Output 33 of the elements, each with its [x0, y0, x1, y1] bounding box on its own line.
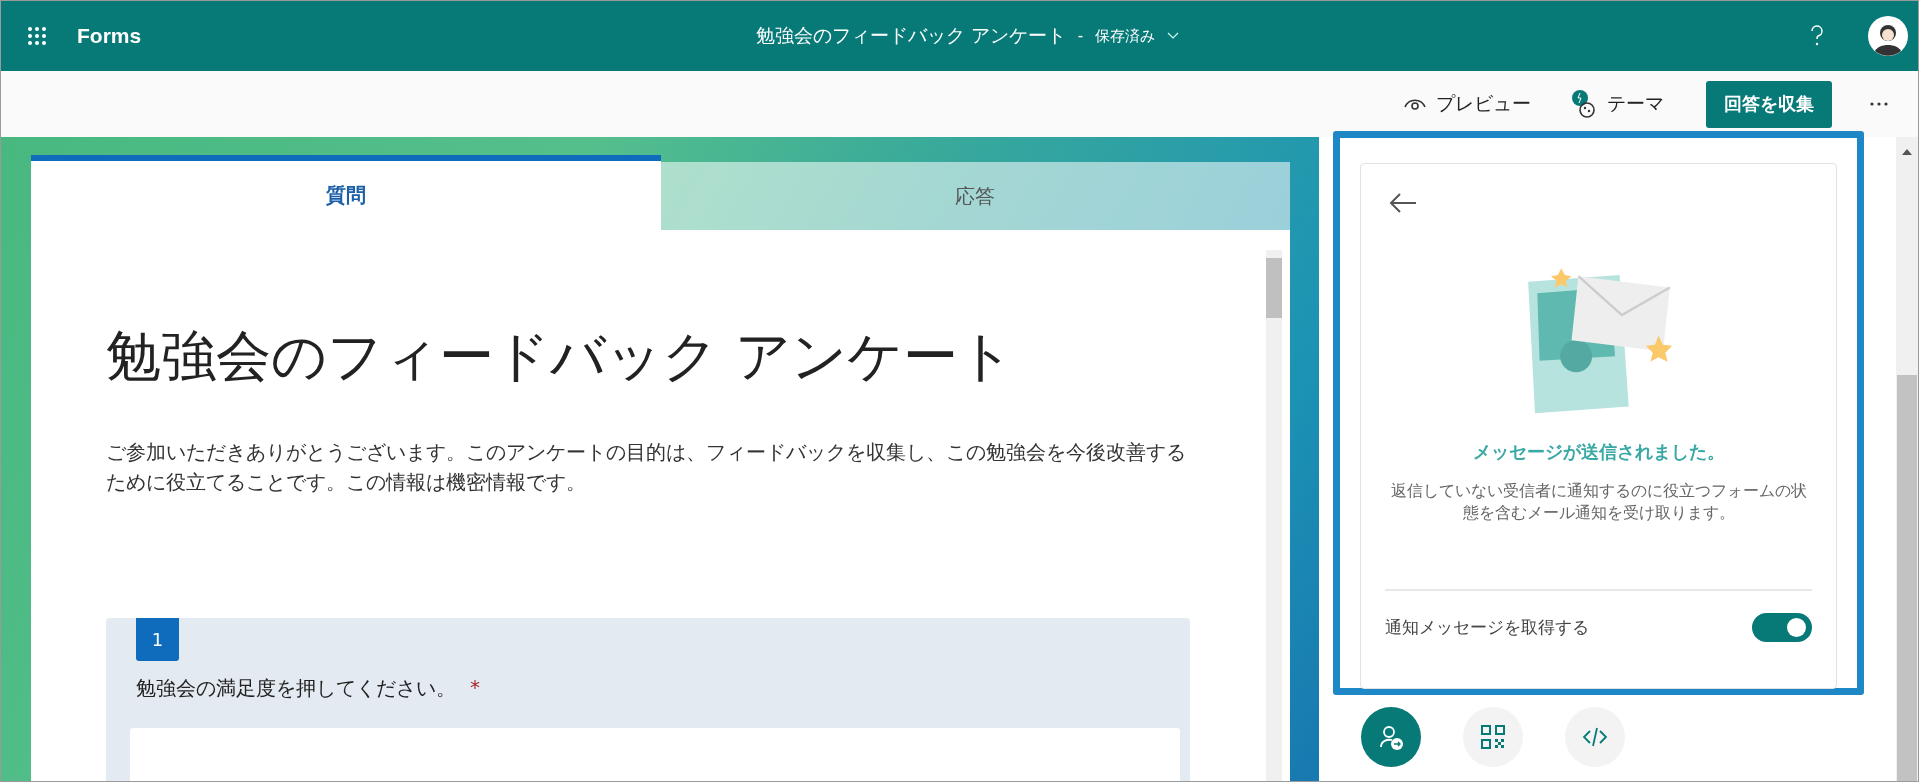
eye-icon	[1404, 97, 1426, 111]
chevron-down-icon	[1167, 32, 1180, 40]
tab[interactable]: 応答	[660, 162, 1290, 230]
share-option-button[interactable]	[1361, 707, 1421, 767]
person-arrow-icon	[1378, 724, 1404, 750]
back-arrow-icon[interactable]	[1389, 192, 1417, 214]
confirmation-message: 返信していない受信者に通知するのに役立つフォームの状態を含むメール通知を受け取ります。	[1389, 480, 1808, 524]
confirmation-heading: メッセージが送信されました。	[1472, 440, 1725, 464]
app-launcher-icon[interactable]	[27, 26, 47, 46]
scrollbar-thumb[interactable]	[1266, 258, 1282, 318]
scrollbar[interactable]	[1896, 137, 1918, 781]
collect-responses-button[interactable]: 回答を収集	[1706, 80, 1832, 128]
help-icon[interactable]	[1810, 25, 1824, 47]
more-options-icon[interactable]	[1870, 102, 1888, 106]
app-name[interactable]: Forms	[77, 24, 142, 48]
required-marker: *	[470, 675, 480, 701]
preview-button[interactable]: プレビュー	[1396, 87, 1539, 121]
form-title: 勉強会のフィードバック アンケート	[106, 323, 1016, 390]
scroll-up-icon[interactable]	[1902, 149, 1912, 155]
avatar-icon[interactable]	[1868, 16, 1908, 56]
question-text: 勉強会の満足度を押してください。	[136, 675, 456, 702]
question-card[interactable]: 1 勉強会の満足度を押してください。 *	[106, 618, 1190, 781]
question-number: 1	[136, 618, 179, 661]
tab[interactable]: 質問	[31, 155, 661, 230]
scrollbar-thumb[interactable]	[1897, 375, 1917, 781]
qr-code-icon	[1480, 724, 1506, 750]
form-description: ご参加いただきありがとうございます。このアンケートの目的は、フィードバックを収集し、この勉強会を今後改善するために役立てることです。この情報は機密情報です。	[106, 440, 1187, 496]
notification-toggle[interactable]	[1752, 612, 1812, 642]
theme-button[interactable]: テーマ	[1563, 85, 1672, 123]
scrollbar[interactable]	[1266, 250, 1282, 781]
palette-icon	[1571, 89, 1597, 119]
title-dropdown[interactable]: 勉強会のフィードバック アンケート - 保存済み	[727, 23, 1208, 49]
toggle-label: 通知メッセージを取得する	[1385, 615, 1589, 639]
